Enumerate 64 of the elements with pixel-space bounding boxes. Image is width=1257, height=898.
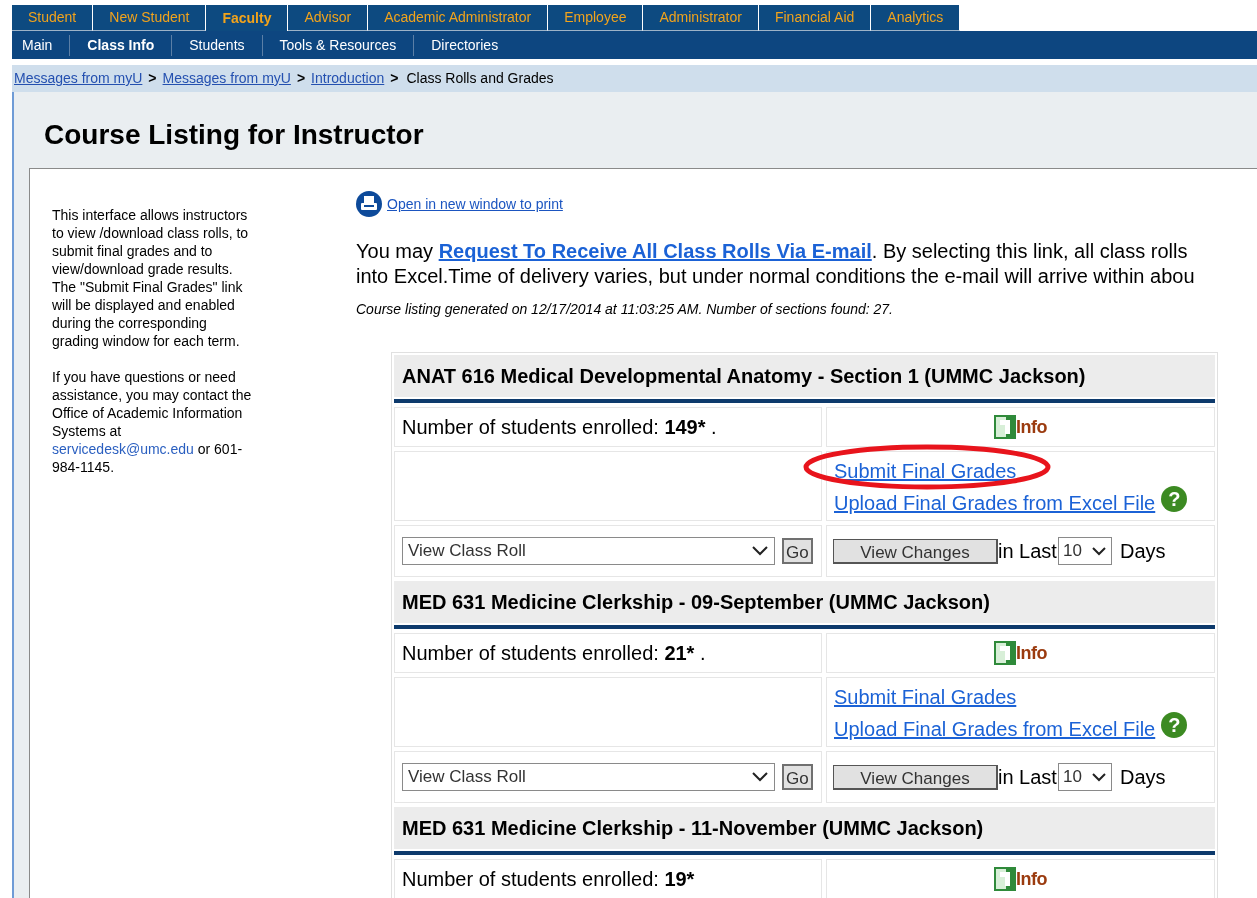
nav-tab[interactable]: Advisor [288, 5, 369, 31]
breadcrumb-separator: > [148, 69, 157, 88]
in-last-label: in Last [998, 765, 1057, 790]
submit-grades-link[interactable]: Submit Final Grades [834, 681, 1017, 713]
print-link[interactable]: Open in new window to print [356, 191, 563, 217]
view-changes-button[interactable]: View Changes [833, 764, 998, 790]
notice-text: You may Request To Receive All Class Rolls Via E-mail. By selecting this link, all class rolls [356, 239, 1189, 264]
chevron-icon [751, 545, 769, 557]
in-last-label: in Last [998, 539, 1057, 564]
upload-grades-link[interactable]: Upload Final Grades from Excel File [834, 487, 1156, 519]
nav-tab[interactable]: Employee [548, 5, 644, 31]
view-changes-button[interactable]: View Changes [833, 538, 998, 564]
days-select[interactable]: 10 [1057, 537, 1112, 565]
days-select[interactable]: 10 [1057, 763, 1112, 791]
sub-nav-item[interactable]: Main [22, 34, 70, 56]
chevron-icon [1090, 545, 1107, 557]
printer-icon [356, 191, 384, 217]
info-link[interactable]: Info [994, 639, 1047, 667]
sub-nav-item[interactable]: Directories [431, 34, 516, 56]
section-header: MED 631 Medicine Clerkship - 09-September (UMMC Jackson) [394, 581, 1215, 623]
enrolled-text: Number of students enrolled: 19* [394, 859, 822, 898]
info-link[interactable]: Info [994, 413, 1047, 441]
generated-note: Course listing generated on 12/17/2014 at 11:03:25 AM. Number of sections found: 27. [356, 300, 894, 319]
upload-grades-link[interactable]: Upload Final Grades from Excel File [834, 713, 1156, 745]
breadcrumb-separator: > [296, 69, 306, 88]
info-icon [994, 867, 1016, 891]
section-header: ANAT 616 Medical Developmental Anatomy - Section 1 (UMMC Jackson) [394, 355, 1215, 397]
breadcrumb-current: Class Rolls and Grades [406, 69, 554, 88]
enrolled-text: Number of students enrolled: 21* . [394, 633, 822, 673]
class-roll-select[interactable]: View Class Roll [402, 763, 775, 791]
email-link[interactable]: servicedesk@umc.edu [52, 441, 194, 457]
nav-tab[interactable]: Academic Administrator [368, 5, 549, 31]
breadcrumb-link[interactable]: Messages from myU [14, 68, 143, 89]
help-icon[interactable]: ? [1161, 712, 1188, 738]
contact-text: If you have questions or need assistance, you may contact the Office of Academic Information Systems at servicedesk@umc.edu or 601-984-1145. [52, 368, 252, 476]
breadcrumb-separator: > [390, 69, 399, 88]
nav-tab[interactable]: Analytics [871, 5, 961, 31]
breadcrumb-link[interactable]: Introduction [311, 68, 385, 89]
page-heading: Course Listing for Instructor [43, 118, 425, 152]
go-button[interactable]: Go [782, 538, 813, 564]
notice-text: into Excel.Time of delivery varies, but under normal conditions the e-mail will arrive within abou [356, 264, 1196, 289]
enrolled-text: Number of students enrolled: 149* . [394, 407, 822, 447]
sub-nav-item[interactable]: Class Info [87, 34, 172, 56]
go-button[interactable]: Go [782, 764, 813, 790]
nav-tab[interactable]: Student [12, 5, 94, 31]
sub-nav-item[interactable]: Tools & Resources [279, 34, 414, 56]
info-icon [994, 415, 1016, 439]
info-icon [994, 641, 1016, 665]
nav-tab[interactable]: Financial Aid [758, 5, 872, 31]
help-icon[interactable]: ? [1161, 486, 1188, 512]
sidebar-text: This interface allows instructors to view /download class rolls, to submit final grades and to view/download grade results. The "Submit Final Grades" link will be displayed and enabled during the corresponding grading window for each term. [52, 206, 250, 350]
info-link[interactable]: Info [994, 865, 1047, 893]
class-roll-select[interactable]: View Class Roll [402, 537, 775, 565]
section-header: MED 631 Medicine Clerkship - 11-November (UMMC Jackson) [394, 807, 1215, 849]
chevron-icon [1090, 771, 1107, 783]
nav-tab[interactable]: Faculty [206, 5, 289, 31]
nav-tab[interactable]: New Student [93, 5, 207, 31]
request-link[interactable]: Request To Receive All Class Rolls Via E-mail [438, 240, 872, 262]
breadcrumb-link[interactable]: Messages from myU [162, 68, 291, 89]
chevron-icon [751, 771, 769, 783]
nav-tab[interactable]: Administrator [643, 5, 759, 31]
sub-nav-item[interactable]: Students [189, 34, 262, 56]
days-label: Days [1119, 765, 1166, 790]
days-label: Days [1119, 539, 1166, 564]
